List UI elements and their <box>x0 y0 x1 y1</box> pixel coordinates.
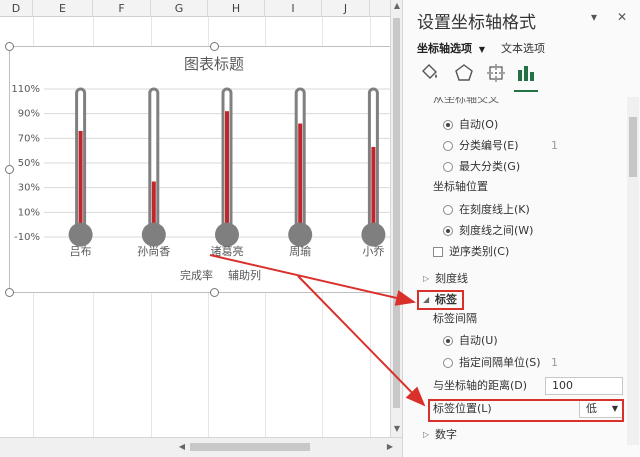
annotation-arrows <box>209 254 426 407</box>
arrow-to-label-position <box>297 275 426 407</box>
arrow-to-labels <box>209 254 416 306</box>
